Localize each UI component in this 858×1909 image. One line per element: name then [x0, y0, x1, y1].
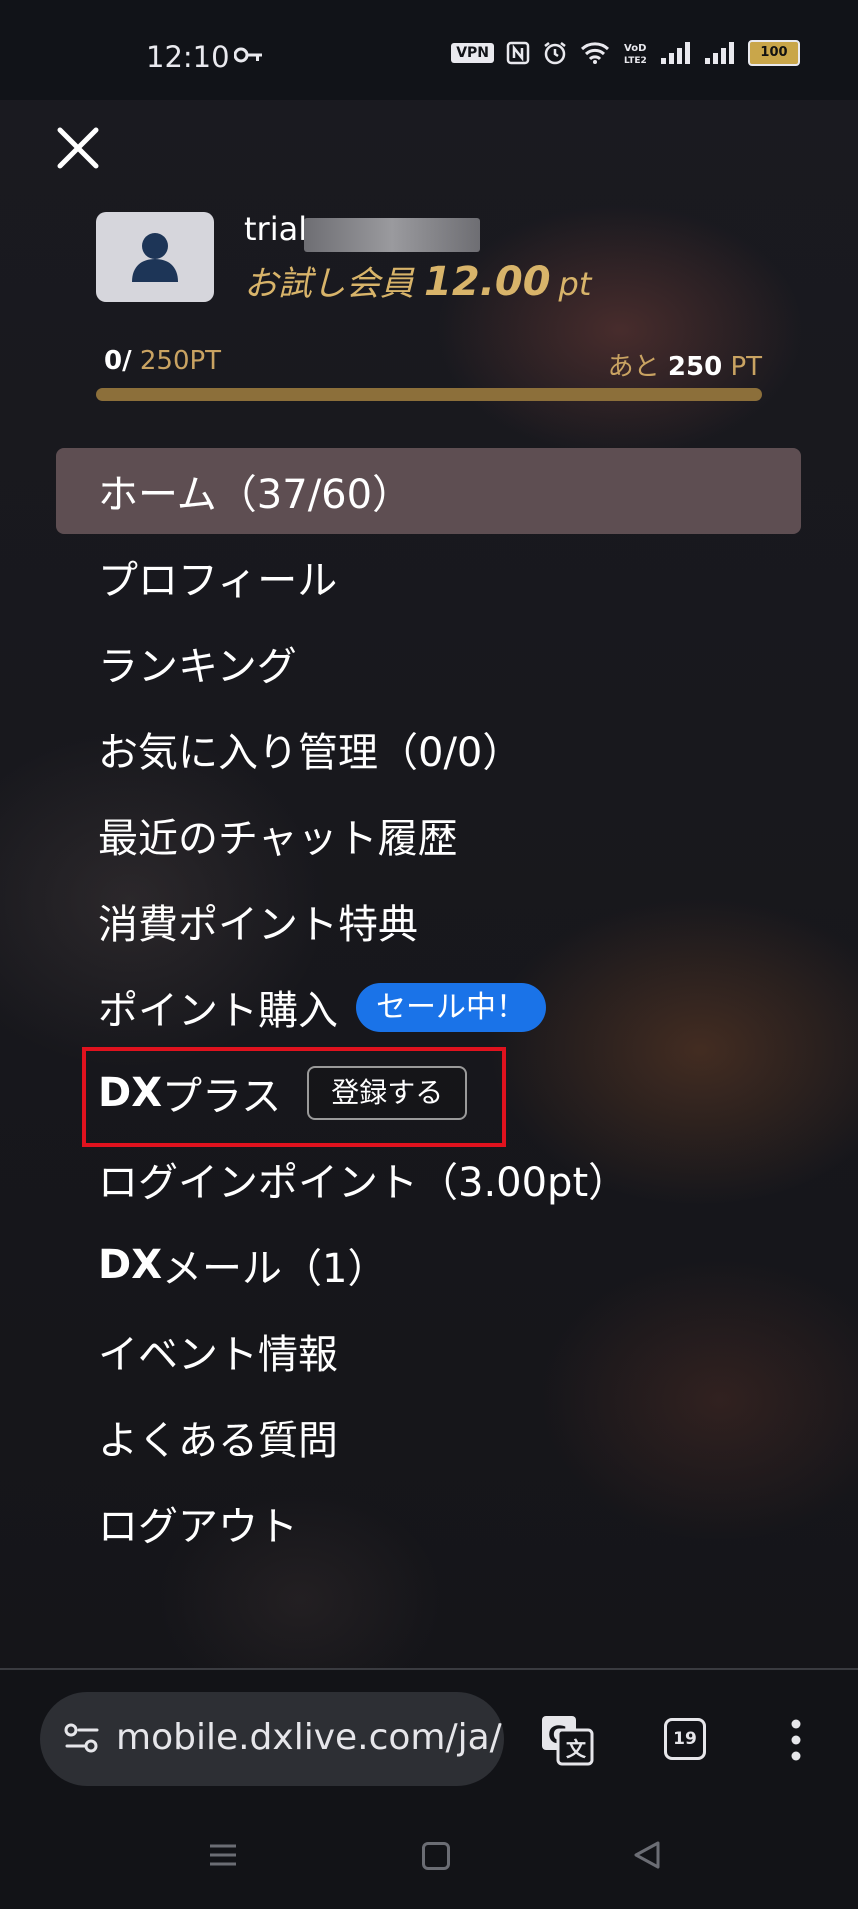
menu-item-label: よくある質問 — [98, 1418, 338, 1464]
url-bar[interactable]: mobile.dxlive.com/ja/h — [40, 1692, 504, 1786]
menu-item-recent-chat[interactable]: 最近のチャット履歴 — [56, 792, 801, 878]
menu-item-login-points[interactable]: ログインポイント（3.00pt） — [56, 1136, 801, 1222]
menu-item-label: ホーム（37/60） — [98, 472, 413, 518]
wifi-icon — [580, 42, 610, 64]
recent-apps-icon[interactable] — [208, 1840, 238, 1870]
menu-item-label: ポイント購入 — [98, 988, 338, 1034]
menu-item-label: 最近のチャット履歴 — [98, 816, 458, 862]
menu-item-profile[interactable]: プロフィール — [56, 534, 801, 620]
sale-badge: セール中！ — [356, 982, 546, 1032]
alarm-icon — [544, 42, 566, 65]
site-settings-icon[interactable] — [62, 1720, 102, 1756]
progress-remaining-prefix: あと — [607, 352, 660, 382]
progress-bar — [96, 388, 762, 401]
signal-icon — [661, 42, 690, 64]
member-points: 12.00 — [424, 259, 551, 305]
progress-remaining-unit: PT — [730, 352, 762, 382]
menu-item-label: ランキング — [98, 644, 297, 690]
battery-icon: 100 — [748, 40, 800, 66]
menu-item-label: 消費ポイント特典 — [98, 902, 418, 948]
membership-info: お試し会員 12.00 pt — [244, 256, 591, 305]
browser-toolbar: mobile.dxlive.com/ja/h G 文 19 — [0, 1668, 858, 1909]
key-icon — [234, 47, 262, 63]
more-options-icon[interactable] — [786, 1718, 806, 1762]
menu-item-label-bold: DX — [98, 1070, 163, 1116]
menu-item-faq[interactable]: よくある質問 — [56, 1394, 801, 1480]
svg-text:文: 文 — [566, 1737, 587, 1761]
back-nav-icon[interactable] — [632, 1840, 662, 1870]
translate-icon[interactable]: G 文 — [540, 1714, 594, 1766]
menu-item-label: ログインポイント（3.00pt） — [98, 1160, 629, 1206]
menu-item-label: プロフィール — [98, 558, 338, 604]
progress-current-value: 0/ — [104, 346, 132, 376]
menu-item-label-bold: DX — [98, 1242, 163, 1288]
progress-current: 0/ 250PT — [104, 346, 221, 376]
menu-item-favorites[interactable]: お気に入り管理（0/0） — [56, 706, 801, 792]
status-icons: VPN VoD LTE2 100 — [451, 40, 800, 66]
svg-text:VoD: VoD — [624, 43, 646, 54]
side-menu: ホーム（37/60） プロフィール ランキング お気に入り管理（0/0） 最近の… — [56, 448, 801, 1566]
progress-max-value: 250PT — [139, 346, 222, 376]
close-icon[interactable] — [54, 124, 102, 172]
menu-item-consumption-bonus[interactable]: 消費ポイント特典 — [56, 878, 801, 964]
member-points-unit: pt — [558, 265, 592, 303]
status-time: 12:10 — [146, 40, 230, 74]
menu-item-home[interactable]: ホーム（37/60） — [56, 448, 801, 534]
redacted-username — [304, 218, 480, 252]
menu-item-label: プラス — [162, 1074, 282, 1120]
menu-item-dx-plus[interactable]: DX プラス 登録する — [56, 1050, 801, 1136]
menu-item-label: メール（1） — [162, 1246, 388, 1292]
vpn-icon: VPN — [451, 43, 494, 63]
url-text: mobile.dxlive.com/ja/h — [116, 1717, 504, 1758]
menu-item-ranking[interactable]: ランキング — [56, 620, 801, 706]
tab-switcher-button[interactable]: 19 — [664, 1718, 706, 1760]
member-type: お試し会員 — [244, 264, 414, 304]
svg-text:LTE2: LTE2 — [624, 56, 647, 66]
user-icon — [132, 233, 178, 282]
status-bar: 12:10 VPN VoD LTE2 100 — [0, 0, 858, 100]
menu-item-dx-mail[interactable]: DX メール（1） — [56, 1222, 801, 1308]
menu-item-events[interactable]: イベント情報 — [56, 1308, 801, 1394]
progress-remaining: あと 250 PT — [608, 346, 762, 383]
home-nav-icon[interactable] — [422, 1842, 450, 1870]
avatar[interactable] — [96, 212, 214, 302]
menu-item-buy-points[interactable]: ポイント購入 セール中！ — [56, 964, 801, 1050]
username: trial — [244, 210, 308, 248]
register-button[interactable]: 登録する — [307, 1065, 468, 1121]
menu-item-label: ログアウト — [98, 1504, 298, 1550]
signal-icon — [705, 42, 734, 64]
progress-remaining-value: 250 — [667, 352, 723, 382]
menu-item-logout[interactable]: ログアウト — [56, 1480, 801, 1566]
menu-item-label: お気に入り管理（0/0） — [98, 730, 523, 776]
volte-icon: VoD LTE2 — [624, 43, 647, 66]
menu-item-label: イベント情報 — [98, 1332, 338, 1378]
nfc-icon — [506, 41, 530, 65]
